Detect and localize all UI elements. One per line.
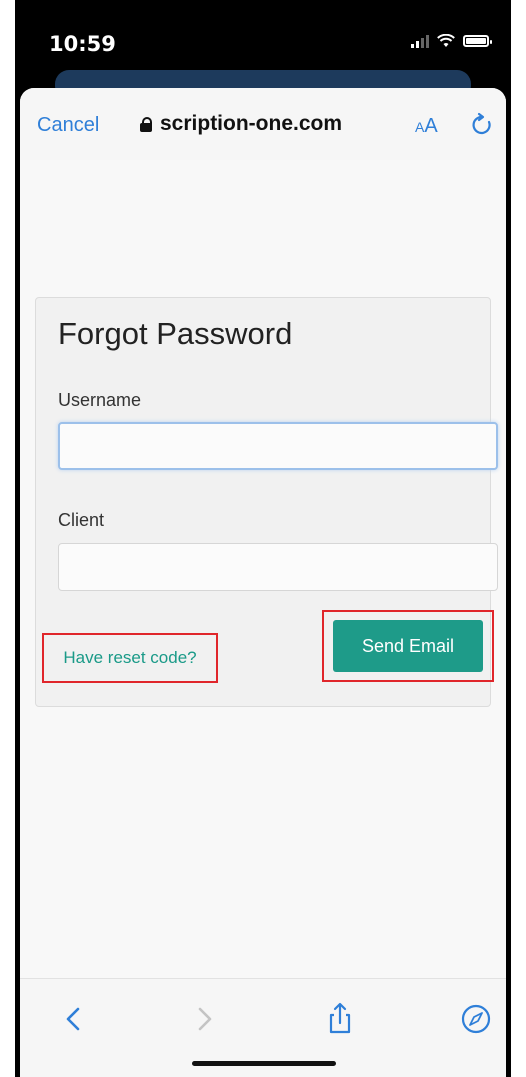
url-text: scription-one.com	[160, 112, 343, 135]
lock-icon	[140, 117, 152, 132]
status-bar: 10:59	[15, 0, 511, 80]
client-input[interactable]	[58, 543, 498, 591]
cancel-button[interactable]: Cancel	[37, 114, 99, 137]
reload-icon[interactable]	[470, 112, 494, 136]
status-time: 10:59	[49, 32, 116, 56]
forward-icon[interactable]	[184, 999, 224, 1039]
browser-nav-bar: Cancel scription-one.com AA	[20, 88, 506, 160]
back-icon[interactable]	[54, 999, 94, 1039]
signal-icon	[411, 34, 429, 48]
home-indicator[interactable]	[192, 1061, 336, 1066]
wifi-icon	[437, 34, 455, 47]
compass-icon[interactable]	[456, 999, 496, 1039]
text-size-small-label: A	[415, 119, 425, 135]
page-content: Forgot Password Username Client Have res…	[20, 160, 506, 980]
page-title: Forgot Password	[58, 316, 293, 351]
have-reset-code-link[interactable]: Have reset code?	[42, 633, 218, 683]
forgot-password-card: Forgot Password Username Client Have res…	[35, 297, 498, 707]
share-icon[interactable]	[320, 999, 360, 1039]
url-field[interactable]: scription-one.com	[140, 112, 342, 136]
text-size-big-label: A	[424, 115, 438, 137]
text-size-button[interactable]: AA	[415, 115, 438, 138]
browser-toolbar	[20, 978, 506, 1077]
browser-sheet: Cancel scription-one.com AA Forgot Passw…	[20, 88, 506, 1077]
battery-icon	[463, 35, 492, 47]
username-input[interactable]	[58, 422, 498, 470]
send-email-button[interactable]: Send Email	[333, 620, 483, 672]
client-label: Client	[58, 510, 105, 530]
username-label: Username	[58, 390, 142, 410]
have-reset-code-label: Have reset code?	[63, 648, 197, 667]
status-icons	[411, 34, 492, 48]
phone-screen: 10:59 Cancel scription-one.com AA Forgot…	[15, 0, 511, 1077]
